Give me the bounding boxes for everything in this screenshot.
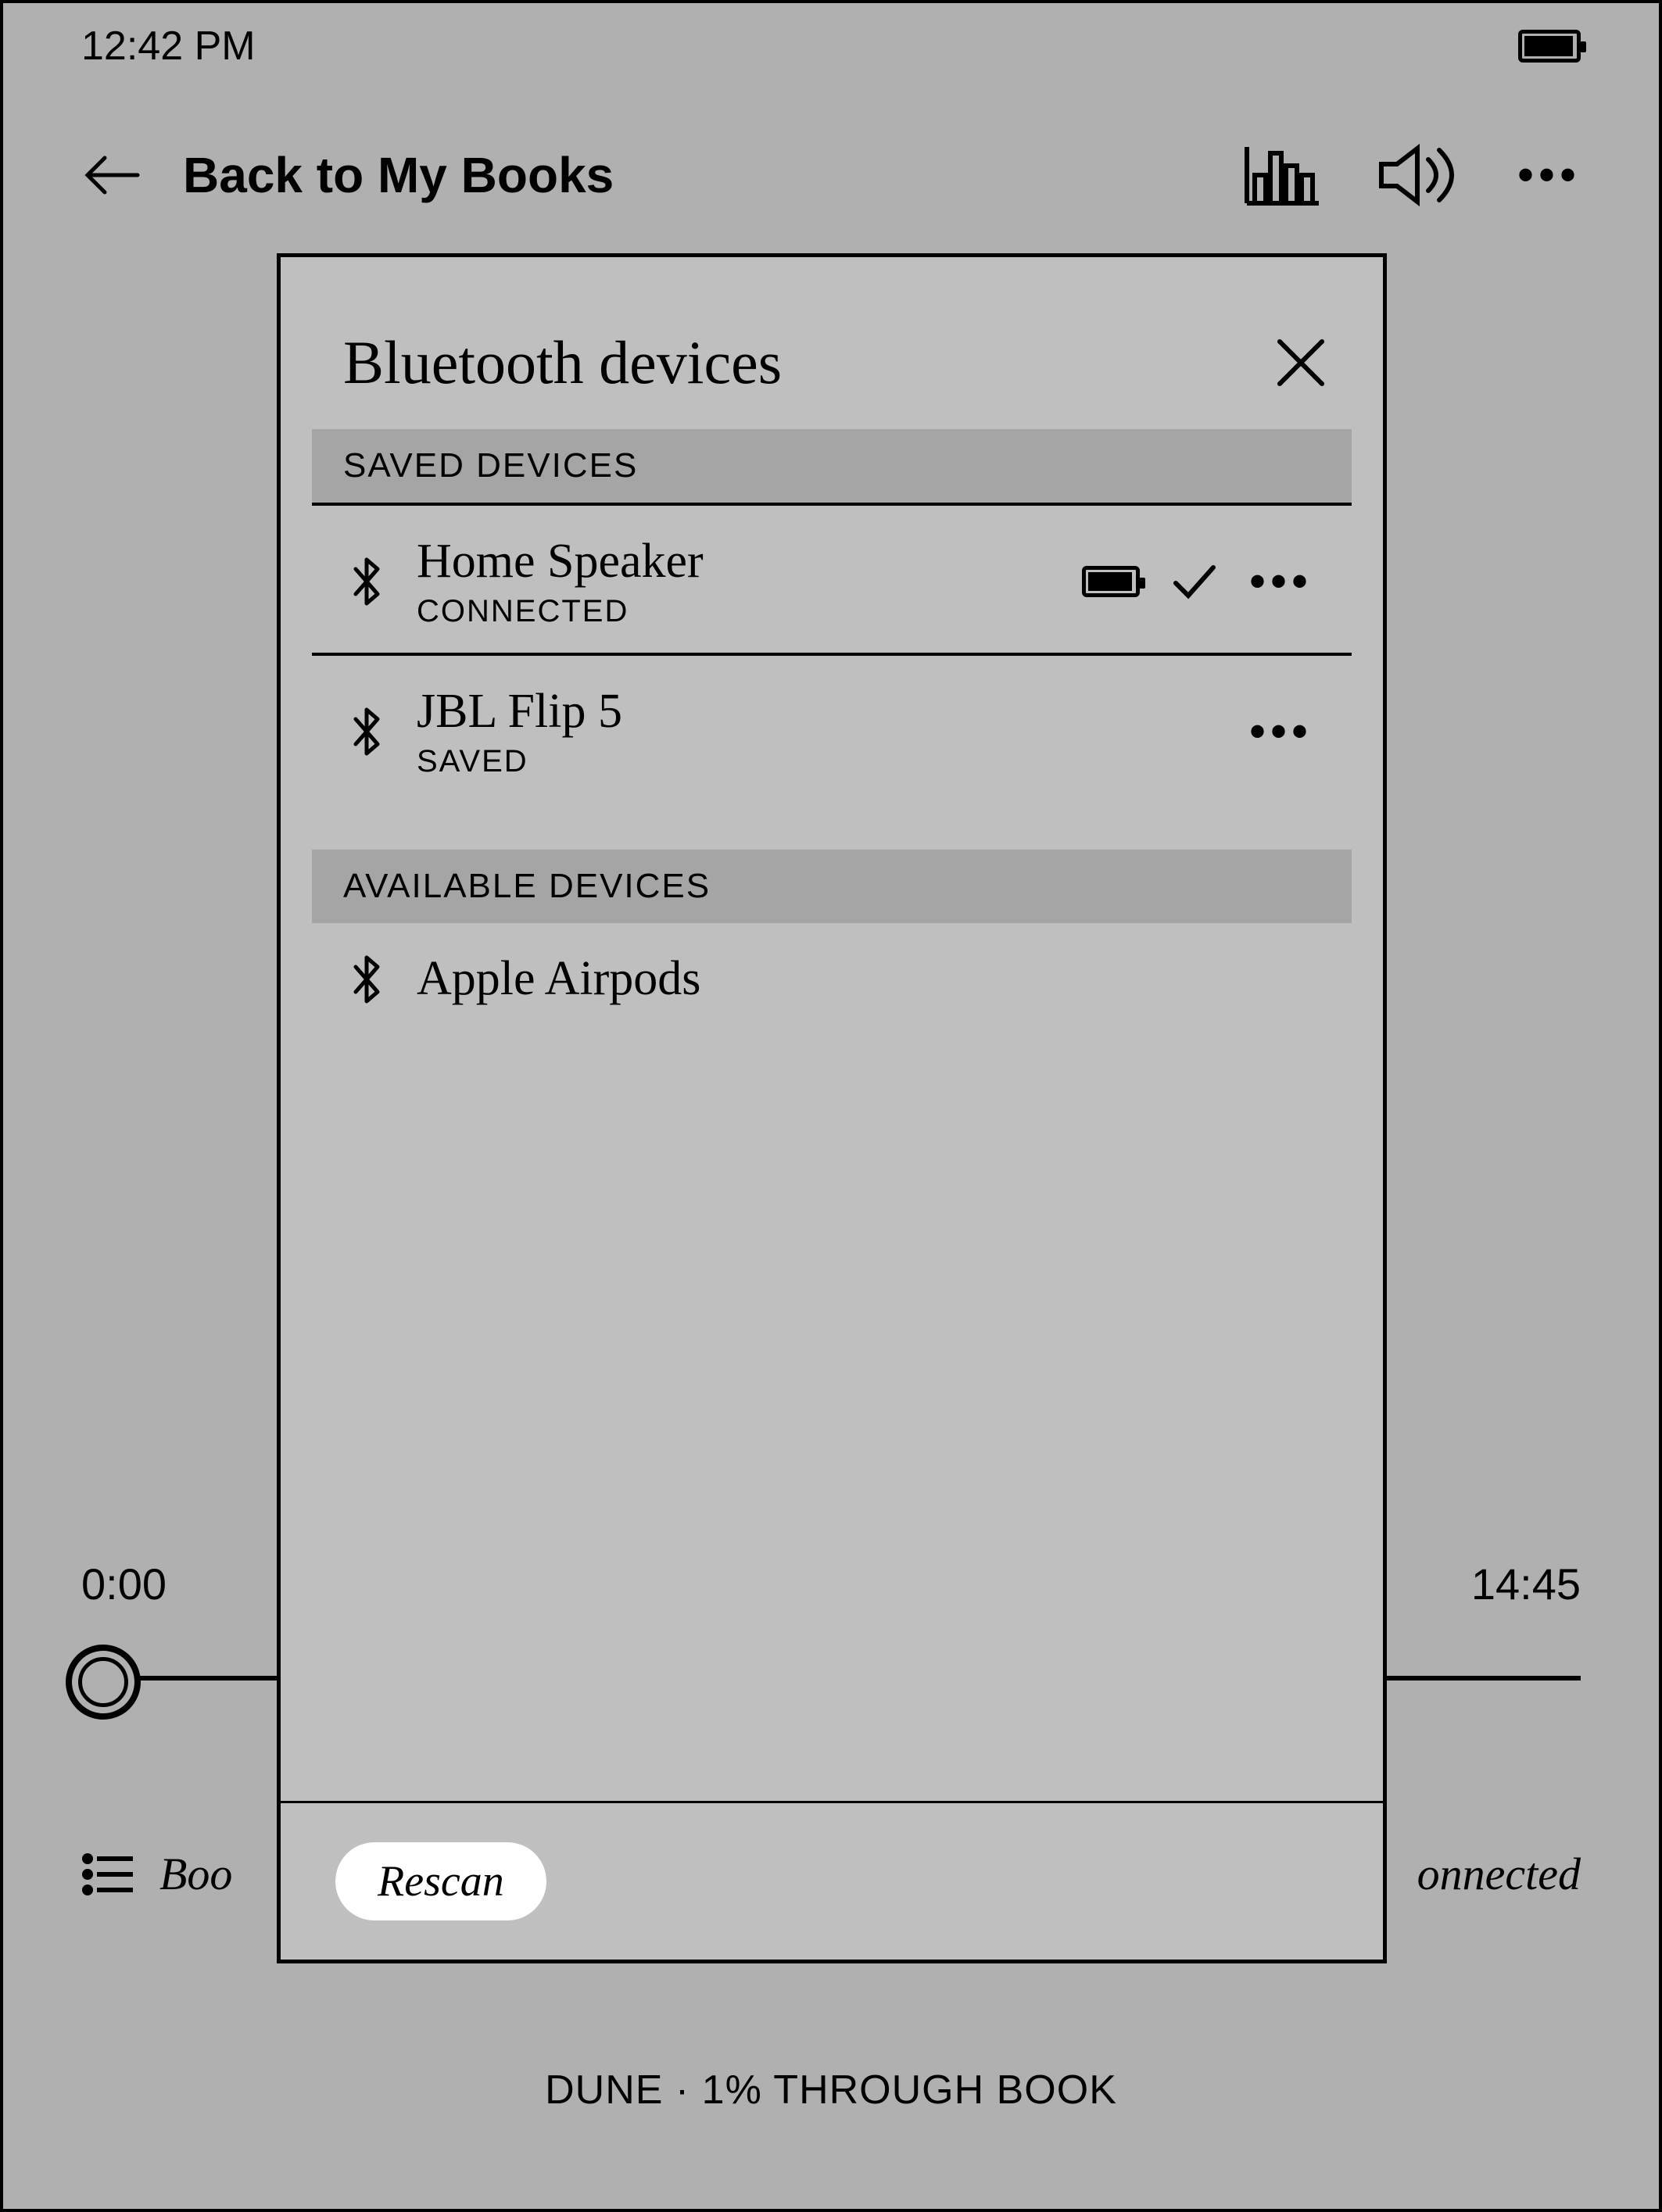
saved-device-row[interactable]: JBL Flip 5 SAVED ••• [312,653,1352,803]
saved-devices-header: SAVED DEVICES [312,429,1352,503]
nav-title: Back to My Books [183,146,614,204]
device-status: CONNECTED [417,594,1048,629]
close-icon[interactable] [1273,335,1328,390]
battery-icon [1518,30,1581,63]
remaining-time: 14:45 [1471,1559,1581,1609]
equalizer-icon[interactable] [1244,144,1322,206]
device-name: Home Speaker [417,534,1048,589]
status-time: 12:42 PM [81,23,256,70]
device-name: JBL Flip 5 [417,684,1215,739]
list-icon[interactable] [81,1851,136,1898]
available-device-row[interactable]: Apple Airpods [312,923,1352,1030]
rescan-button[interactable]: Rescan [335,1842,546,1920]
bluetooth-icon [351,954,382,1004]
status-bar: 12:42 PM [3,3,1659,89]
progress-thumb[interactable] [66,1645,141,1720]
nav-header: Back to My Books ••• [3,120,1659,230]
dialog-title: Bluetooth devices [343,328,782,398]
more-icon[interactable]: ••• [1517,149,1581,202]
bluetooth-icon [351,557,382,607]
dialog-footer: Rescan [281,1801,1383,1960]
chapter-label-partial[interactable]: Boo [159,1848,232,1900]
elapsed-time: 0:00 [81,1559,167,1609]
speaker-icon[interactable] [1377,144,1463,206]
checkmark-icon [1171,563,1218,600]
device-more-icon[interactable]: ••• [1249,705,1313,759]
connection-label-partial[interactable]: onnected [1417,1848,1581,1900]
progress-caption: DUNE · 1% THROUGH BOOK [3,2067,1659,2114]
device-name: Apple Airpods [417,951,1313,1007]
available-devices-header: AVAILABLE DEVICES [312,850,1352,923]
bluetooth-icon [351,707,382,757]
back-arrow-icon [81,152,144,199]
back-button[interactable]: Back to My Books [81,146,614,204]
device-status: SAVED [417,744,1215,779]
device-more-icon[interactable]: ••• [1249,555,1313,609]
device-battery-icon [1082,566,1140,597]
saved-device-row[interactable]: Home Speaker CONNECTED ••• [312,503,1352,653]
bluetooth-dialog: Bluetooth devices SAVED DEVICES Home Spe… [277,253,1387,1963]
